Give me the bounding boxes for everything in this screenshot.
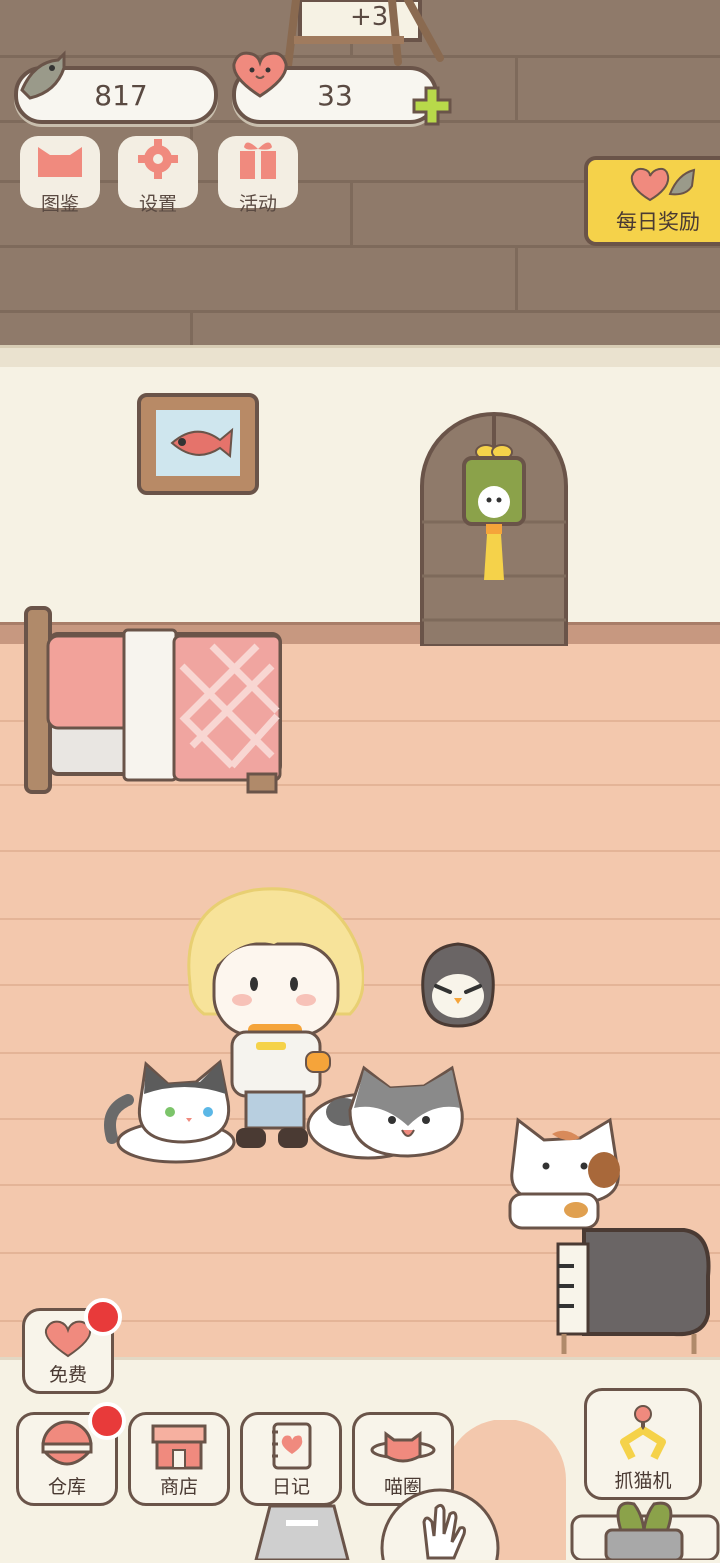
- warehouse-notification-dot: [88, 1402, 126, 1440]
- settings-button[interactable]: 设置: [118, 136, 198, 215]
- charm-ornament-icon[interactable]: [460, 414, 528, 584]
- fish-count: 817: [94, 78, 148, 112]
- heart-fish-icon: [630, 167, 696, 202]
- claw-machine-button[interactable]: 抓猫机: [584, 1388, 702, 1500]
- fish-picture-frame[interactable]: [136, 392, 260, 496]
- cat-face-icon: [38, 147, 82, 177]
- room-wall: [0, 367, 720, 625]
- fish-icon: [20, 50, 66, 100]
- events-button[interactable]: 活动: [218, 136, 298, 215]
- cat-calico[interactable]: [496, 1114, 632, 1234]
- shop-label: 商店: [159, 1476, 198, 1498]
- grand-piano[interactable]: [554, 1226, 714, 1356]
- gift-icon: [240, 142, 276, 179]
- storage-bowl-icon: [41, 1420, 93, 1466]
- add-hearts-button[interactable]: [410, 84, 454, 128]
- heart-icon: [232, 51, 288, 98]
- robot-vacuum[interactable]: [246, 1486, 358, 1560]
- daily-reward-banner[interactable]: 每日奖励: [584, 156, 720, 246]
- bed[interactable]: [22, 606, 288, 796]
- owl-figure[interactable]: [416, 940, 500, 1030]
- free-notification-dot: [84, 1298, 122, 1336]
- claw-machine-label: 抓猫机: [614, 1470, 672, 1492]
- bonus-text: +3: [350, 2, 389, 32]
- cat-white-gray[interactable]: [104, 1050, 256, 1166]
- shop-icon: [151, 1424, 207, 1470]
- settings-label: 设置: [138, 193, 177, 215]
- events-label: 活动: [238, 193, 277, 215]
- potted-plant[interactable]: [570, 1494, 720, 1560]
- daily-reward-label: 每日奖励: [616, 210, 700, 234]
- heart-count: 33: [317, 78, 353, 112]
- gear-icon: [138, 139, 178, 179]
- collection-label: 图鉴: [40, 193, 79, 215]
- claw-icon: [620, 1405, 666, 1460]
- shop-button[interactable]: 商店: [128, 1412, 230, 1506]
- warehouse-label: 仓库: [47, 1476, 86, 1498]
- cat-planet-icon: [370, 1431, 436, 1463]
- free-label: 免费: [48, 1364, 87, 1386]
- cat-gray-tabby[interactable]: [302, 1062, 470, 1168]
- hand-wave-button[interactable]: [380, 1488, 500, 1560]
- diary-icon: [272, 1422, 312, 1470]
- collection-button[interactable]: 图鉴: [20, 136, 100, 215]
